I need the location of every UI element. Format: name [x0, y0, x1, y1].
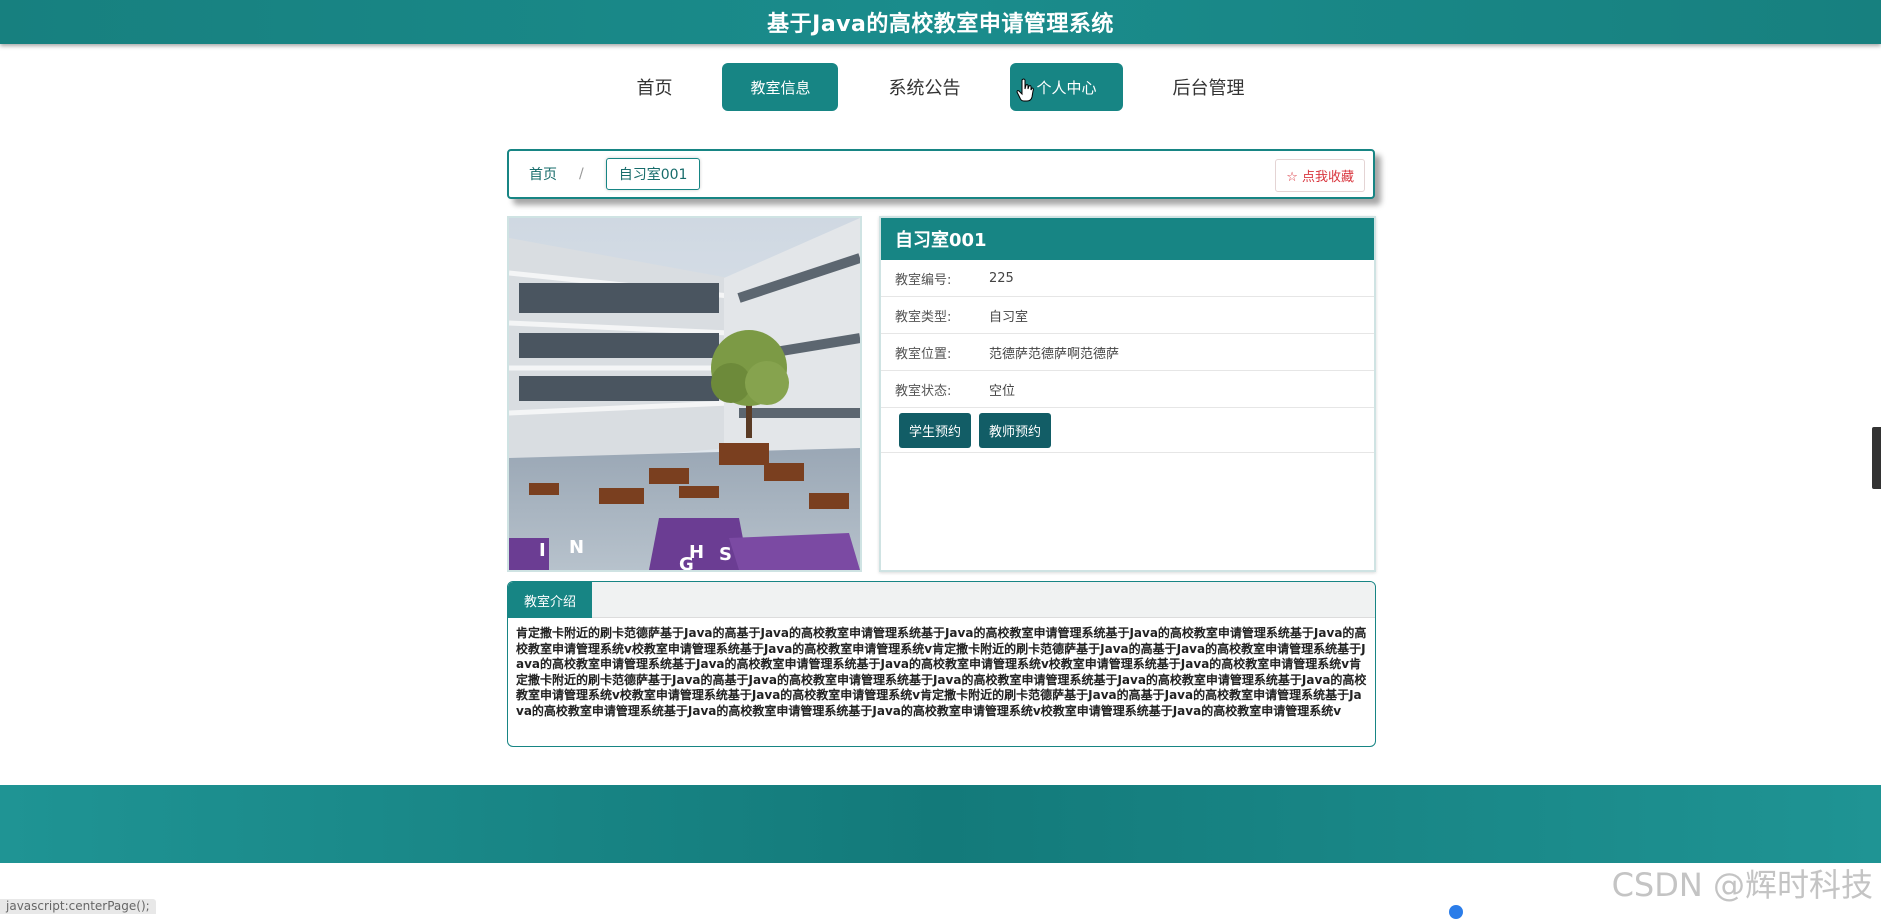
teacher-reserve-button[interactable]: 教师预约 [979, 412, 1052, 448]
intro-tab-bar: 教室介绍 [508, 582, 1375, 618]
info-value: 范德萨范德萨啊范德萨 [989, 346, 1120, 362]
favorite-button[interactable]: ☆ 点我收藏 [1275, 159, 1365, 192]
info-label: 教室编号: [895, 272, 952, 288]
svg-text:G: G [679, 554, 694, 570]
site-title: 基于Java的高校教室申请管理系统 [767, 12, 1114, 37]
intro-text: 肯定撒卡附近的刷卡范德萨基于Java的高基于Java的高校教室申请管理系统基于J… [516, 626, 1367, 718]
svg-text:N: N [569, 537, 584, 558]
info-value: 225 [989, 270, 1014, 286]
info-value: 空位 [989, 383, 1016, 399]
site-header: 基于Java的高校教室申请管理系统 [0, 0, 1881, 44]
svg-text:I: I [539, 540, 546, 561]
site-footer [0, 785, 1881, 863]
nav-admin[interactable]: 后台管理 [1147, 63, 1271, 111]
reservation-actions: 学生预约 教师预约 [881, 408, 1374, 453]
info-row-location: 教室位置: 范德萨范德萨啊范德萨 [881, 334, 1374, 371]
info-row-number: 教室编号: 225 [881, 260, 1374, 297]
student-reserve-button[interactable]: 学生预约 [899, 412, 972, 448]
breadcrumb-current[interactable]: 自习室001 [605, 158, 701, 190]
main-nav: 首页 教室信息 系统公告 个人中心 后台管理 [0, 62, 1881, 112]
breadcrumb: 首页 / 自习室001 ☆ 点我收藏 [507, 149, 1375, 199]
classroom-image: H S G N I [507, 216, 862, 572]
breadcrumb-separator: / [579, 166, 584, 182]
breadcrumb-home-link[interactable]: 首页 [529, 164, 557, 184]
tab-classroom-intro[interactable]: 教室介绍 [508, 582, 593, 618]
nav-home[interactable]: 首页 [610, 63, 698, 111]
side-float-handle[interactable] [1872, 427, 1881, 489]
svg-text:S: S [719, 544, 732, 565]
status-bar-url: javascript:centerPage(); [0, 899, 156, 914]
classroom-info-panel: 自习室001 教室编号: 225 教室类型: 自习室 教室位置: 范德萨范德萨啊… [879, 216, 1376, 572]
classroom-intro: 教室介绍 肯定撒卡附近的刷卡范德萨基于Java的高基于Java的高校教室申请管理… [507, 581, 1376, 747]
info-label: 教室位置: [895, 346, 952, 362]
nav-classroom-info[interactable]: 教室信息 [722, 63, 839, 111]
info-value: 自习室 [989, 309, 1029, 325]
info-label: 教室类型: [895, 309, 952, 325]
nav-announcements[interactable]: 系统公告 [862, 63, 986, 111]
scroll-indicator[interactable] [1449, 905, 1463, 919]
hand-cursor-icon [1016, 78, 1034, 102]
watermark: CSDN @辉时科技 [1611, 866, 1873, 904]
info-label: 教室状态: [895, 383, 952, 399]
classroom-name: 自习室001 [881, 218, 1374, 260]
info-row-status: 教室状态: 空位 [881, 371, 1374, 408]
info-row-type: 教室类型: 自习室 [881, 297, 1374, 334]
